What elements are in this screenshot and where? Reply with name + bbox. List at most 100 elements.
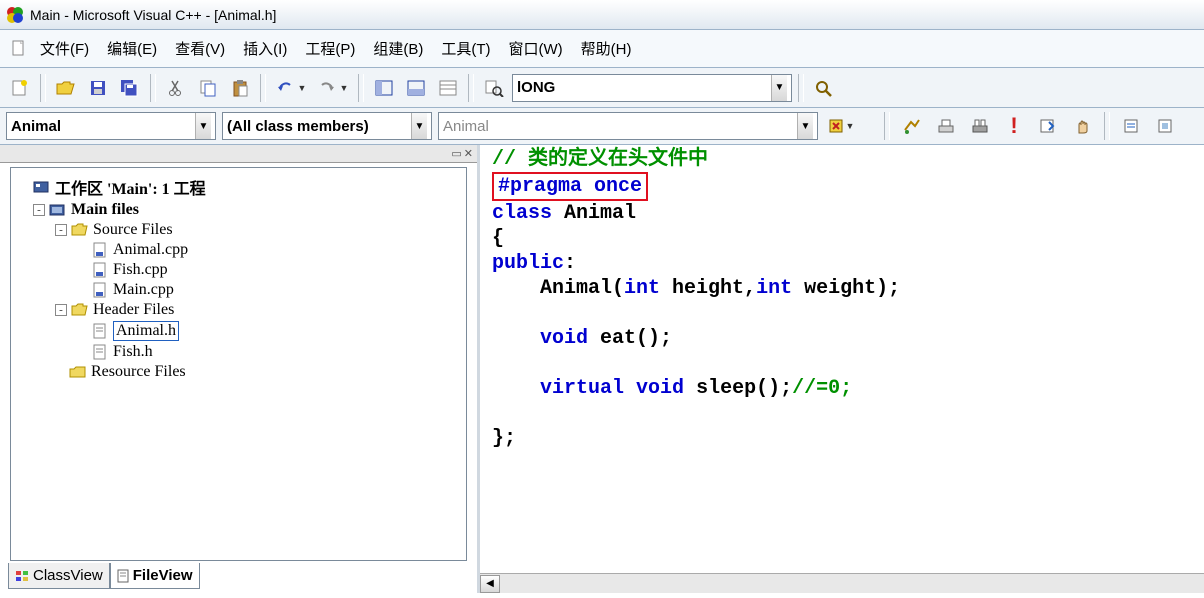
panel-pin-icon[interactable]: ▭ <box>451 147 461 160</box>
doc-icon[interactable] <box>8 34 30 62</box>
title-bar: Main - Microsoft Visual C++ - [Animal.h] <box>0 0 1204 30</box>
fileview-icon <box>117 569 129 583</box>
collapse-icon[interactable]: - <box>55 224 67 236</box>
member-combo[interactable]: (All class members) ▼ <box>222 112 432 140</box>
file-node-selected[interactable]: Animal.h <box>17 320 460 342</box>
new-text-icon[interactable] <box>6 74 34 102</box>
class-combo[interactable]: Animal ▼ <box>6 112 216 140</box>
menu-help[interactable]: 帮助(H) <box>573 34 640 63</box>
filter-combo-value: Animal <box>443 118 797 135</box>
h-file-icon <box>91 323 109 339</box>
toolbar-wizard: Animal ▼ (All class members) ▼ Animal ▼ … <box>0 108 1204 145</box>
find-icon[interactable] <box>810 74 838 102</box>
toolbar-main: ▼ ▼ lONG ▼ <box>0 68 1204 108</box>
save-all-icon[interactable] <box>116 74 144 102</box>
file-label: Animal.h <box>113 321 179 341</box>
dropdown-arrow-icon[interactable]: ▼ <box>771 75 787 101</box>
undo-icon[interactable]: ▼ <box>272 74 310 102</box>
member-combo-value: (All class members) <box>227 118 411 135</box>
source-folder-node[interactable]: - Source Files <box>17 220 460 240</box>
code-text: eat(); <box>588 327 672 350</box>
folder-open-icon <box>71 223 89 237</box>
code-keyword: public <box>492 252 564 275</box>
scroll-track[interactable] <box>500 575 1204 593</box>
tab-label: ClassView <box>33 567 103 584</box>
folder-label: Resource Files <box>91 363 186 381</box>
header-folder-node[interactable]: - Header Files <box>17 300 460 320</box>
collapse-icon[interactable]: - <box>55 304 67 316</box>
code-text <box>492 327 540 350</box>
redo-icon[interactable]: ▼ <box>314 74 352 102</box>
class-combo-value: Animal <box>11 118 195 135</box>
find-in-files-icon[interactable] <box>480 74 508 102</box>
find-value: lONG <box>517 79 771 96</box>
main-area: ▭ ✕ 工作区 'Main': 1 工程 - Main files - Sour… <box>0 145 1204 593</box>
tool-icon-5[interactable] <box>1118 112 1146 140</box>
project-icon <box>49 203 67 217</box>
tab-fileview[interactable]: FileView <box>110 563 200 589</box>
cut-icon[interactable] <box>162 74 190 102</box>
code-text <box>624 377 636 400</box>
panel-close-icon[interactable]: ✕ <box>464 147 473 160</box>
hand-icon[interactable] <box>1068 112 1096 140</box>
file-label: Animal.cpp <box>113 241 188 259</box>
copy-icon[interactable] <box>194 74 222 102</box>
collapse-icon[interactable]: - <box>33 204 45 216</box>
panel-header: ▭ ✕ <box>0 145 477 163</box>
menu-tools[interactable]: 工具(T) <box>433 34 498 63</box>
save-icon[interactable] <box>84 74 112 102</box>
cpp-file-icon <box>91 282 109 298</box>
open-icon[interactable] <box>52 74 80 102</box>
workspace-icon[interactable] <box>370 74 398 102</box>
folder-icon <box>69 365 87 379</box>
folder-label: Header Files <box>93 301 174 319</box>
menu-project[interactable]: 工程(P) <box>297 34 363 63</box>
tool-icon-4[interactable] <box>1034 112 1062 140</box>
cpp-file-icon <box>91 262 109 278</box>
tool-icon-3[interactable] <box>966 112 994 140</box>
file-node[interactable]: Fish.h <box>17 342 460 362</box>
code-text: weight); <box>792 277 900 300</box>
code-keyword: int <box>756 277 792 300</box>
tool-icon-1[interactable] <box>898 112 926 140</box>
menu-edit[interactable]: 编辑(E) <box>99 34 165 63</box>
scroll-left-icon[interactable]: ◀ <box>480 575 500 593</box>
code-comment: //=0; <box>792 377 852 400</box>
menu-build[interactable]: 组建(B) <box>365 34 431 63</box>
tool-icon-6[interactable] <box>1152 112 1180 140</box>
tab-classview[interactable]: ClassView <box>8 563 110 589</box>
tab-label: FileView <box>133 567 193 584</box>
code-keyword: virtual <box>540 377 624 400</box>
menu-file[interactable]: 文件(F) <box>32 34 97 63</box>
folder-label: Source Files <box>93 221 173 239</box>
code-keyword: void <box>540 327 588 350</box>
dropdown-arrow-icon[interactable]: ▼ <box>797 113 813 139</box>
output-icon[interactable] <box>402 74 430 102</box>
project-label: Main files <box>71 201 139 219</box>
workspace-icon <box>33 180 51 194</box>
code-text: Animal( <box>492 277 624 300</box>
menu-insert[interactable]: 插入(I) <box>235 34 295 63</box>
dropdown-arrow-icon[interactable]: ▼ <box>195 113 211 139</box>
code-editor[interactable]: // 类的定义在头文件中 #pragma once class Animal {… <box>480 145 1204 573</box>
dropdown-arrow-icon[interactable]: ▼ <box>411 113 427 139</box>
resource-folder-node[interactable]: Resource Files <box>17 362 460 382</box>
tool-icon-2[interactable] <box>932 112 960 140</box>
window-list-icon[interactable] <box>434 74 462 102</box>
filter-combo[interactable]: Animal ▼ <box>438 112 818 140</box>
menu-view[interactable]: 查看(V) <box>167 34 233 63</box>
code-text <box>492 377 540 400</box>
horizontal-scrollbar[interactable]: ◀ <box>480 573 1204 593</box>
find-combo[interactable]: lONG ▼ <box>512 74 792 102</box>
file-node[interactable]: Animal.cpp <box>17 240 460 260</box>
workspace-node[interactable]: 工作区 'Main': 1 工程 <box>17 174 460 200</box>
menu-bar: 文件(F) 编辑(E) 查看(V) 插入(I) 工程(P) 组建(B) 工具(T… <box>0 30 1204 68</box>
breakpoint-icon[interactable]: ! <box>1000 112 1028 140</box>
wizard-action-icon[interactable]: ▼ <box>824 112 858 140</box>
paste-icon[interactable] <box>226 74 254 102</box>
file-node[interactable]: Fish.cpp <box>17 260 460 280</box>
file-tree[interactable]: 工作区 'Main': 1 工程 - Main files - Source F… <box>10 167 467 561</box>
file-node[interactable]: Main.cpp <box>17 280 460 300</box>
project-node[interactable]: - Main files <box>17 200 460 220</box>
menu-window[interactable]: 窗口(W) <box>500 34 570 63</box>
